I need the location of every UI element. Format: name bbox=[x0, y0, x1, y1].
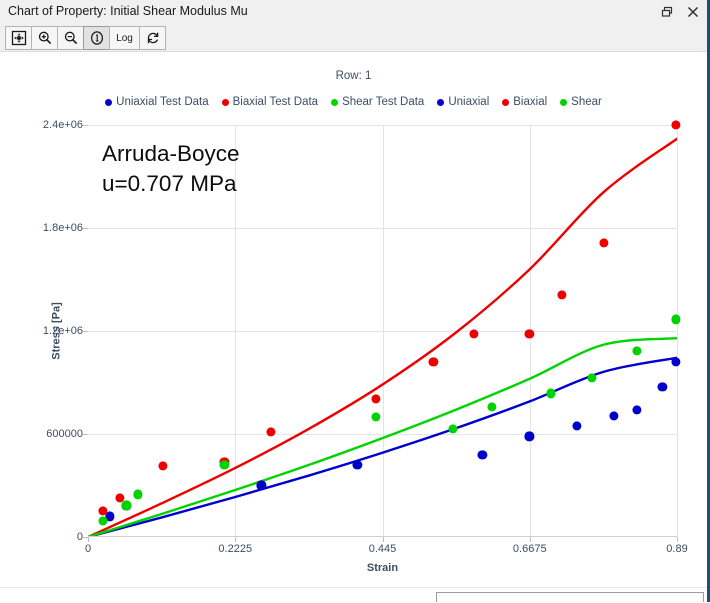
y-axis-label: Stress [Pa] bbox=[50, 302, 63, 360]
legend-item-label: Shear bbox=[571, 96, 602, 108]
legend-marker-icon bbox=[331, 98, 339, 106]
window-controls bbox=[659, 0, 701, 24]
x-tick-label: 0.6675 bbox=[512, 543, 547, 555]
chart-toolbar: Log bbox=[0, 24, 707, 52]
magnifier-minus-icon bbox=[64, 31, 77, 45]
legend-marker-icon bbox=[105, 98, 113, 106]
y-tick-mark bbox=[83, 434, 88, 435]
y-tick-mark bbox=[83, 125, 88, 126]
data-point bbox=[671, 357, 681, 367]
legend-item-label: Uniaxial Test Data bbox=[116, 96, 209, 108]
legend-item[interactable]: Shear Test Data bbox=[331, 96, 424, 108]
legend-item-label: Biaxial bbox=[513, 96, 548, 108]
x-tick-mark bbox=[235, 537, 237, 542]
gridline-vertical bbox=[677, 125, 678, 537]
chart-annotation: Arruda-Boyce u=0.707 MPa bbox=[102, 139, 240, 199]
fit-to-window-button[interactable] bbox=[5, 26, 32, 50]
x-axis-label: Strain bbox=[366, 562, 399, 574]
log-scale-button-label: Log bbox=[116, 32, 133, 44]
y-tick-mark bbox=[83, 228, 88, 229]
restore-window-icon[interactable] bbox=[659, 4, 675, 20]
x-tick-label: 0.445 bbox=[368, 543, 397, 555]
zoom-out-button[interactable] bbox=[57, 26, 84, 50]
chart-window: Chart of Property: Initial Shear Modulus… bbox=[0, 0, 710, 603]
plot-area: 0 600000 1.2e+06 1.8e+06 2.4e+06 0 0.2225 0.445… bbox=[43, 119, 688, 574]
x-tick-label: 0.89 bbox=[666, 543, 688, 555]
fit-icon bbox=[11, 30, 26, 46]
data-point bbox=[671, 314, 681, 324]
legend-marker-icon bbox=[502, 98, 510, 106]
legend-marker-icon bbox=[560, 98, 568, 106]
x-tick-label: 0.2225 bbox=[218, 543, 253, 555]
adjacent-panel-edge bbox=[436, 592, 704, 602]
zoom-in-button[interactable] bbox=[31, 26, 58, 50]
x-tick-mark bbox=[88, 537, 89, 542]
log-scale-button[interactable]: Log bbox=[109, 26, 140, 50]
y-tick-label: 1.2e+06 bbox=[42, 325, 83, 337]
legend-item[interactable]: Biaxial bbox=[502, 96, 547, 108]
x-tick-mark bbox=[529, 537, 531, 542]
legend-marker-icon bbox=[437, 98, 445, 106]
legend-item-label: Biaxial Test Data bbox=[232, 96, 319, 108]
series-line bbox=[88, 337, 677, 537]
circled-one-icon bbox=[90, 31, 103, 45]
legend-item[interactable]: Uniaxial bbox=[437, 96, 489, 108]
refresh-circular-arrows-icon bbox=[147, 32, 158, 44]
y-tick-label: 0 bbox=[76, 531, 83, 543]
data-point bbox=[671, 120, 681, 130]
legend-item-label: Uniaxial bbox=[448, 96, 490, 108]
refresh-button[interactable] bbox=[139, 26, 166, 50]
legend-item[interactable]: Shear bbox=[560, 96, 602, 108]
y-tick-label: 1.8e+06 bbox=[42, 222, 83, 234]
close-icon[interactable] bbox=[685, 4, 701, 20]
info-button[interactable] bbox=[83, 26, 110, 50]
chart-canvas: Row: 1 Uniaxial Test Data Biaxial Test Da… bbox=[0, 52, 707, 587]
x-tick-label: 0 bbox=[84, 543, 92, 555]
annotation-line: u=0.707 MPa bbox=[102, 170, 237, 196]
y-tick-label: 2.4e+06 bbox=[42, 119, 83, 131]
legend-item-label: Shear Test Data bbox=[342, 96, 425, 108]
magnifier-plus-icon bbox=[38, 31, 51, 45]
window-title: Chart of Property: Initial Shear Modulus… bbox=[8, 4, 248, 18]
legend-item[interactable]: Uniaxial Test Data bbox=[105, 96, 209, 108]
chart-legend: Uniaxial Test Data Biaxial Test Data Shear… bbox=[0, 96, 707, 108]
y-tick-label: 600000 bbox=[46, 428, 83, 440]
annotation-line: Arruda-Boyce bbox=[102, 141, 240, 166]
window-titlebar: Chart of Property: Initial Shear Modulus… bbox=[0, 0, 707, 24]
row-label: Row: 1 bbox=[335, 70, 372, 82]
x-tick-mark bbox=[382, 537, 384, 542]
legend-marker-icon bbox=[221, 98, 229, 106]
legend-item[interactable]: Biaxial Test Data bbox=[221, 96, 319, 108]
y-tick-mark bbox=[83, 331, 88, 332]
x-tick-mark bbox=[677, 537, 678, 542]
